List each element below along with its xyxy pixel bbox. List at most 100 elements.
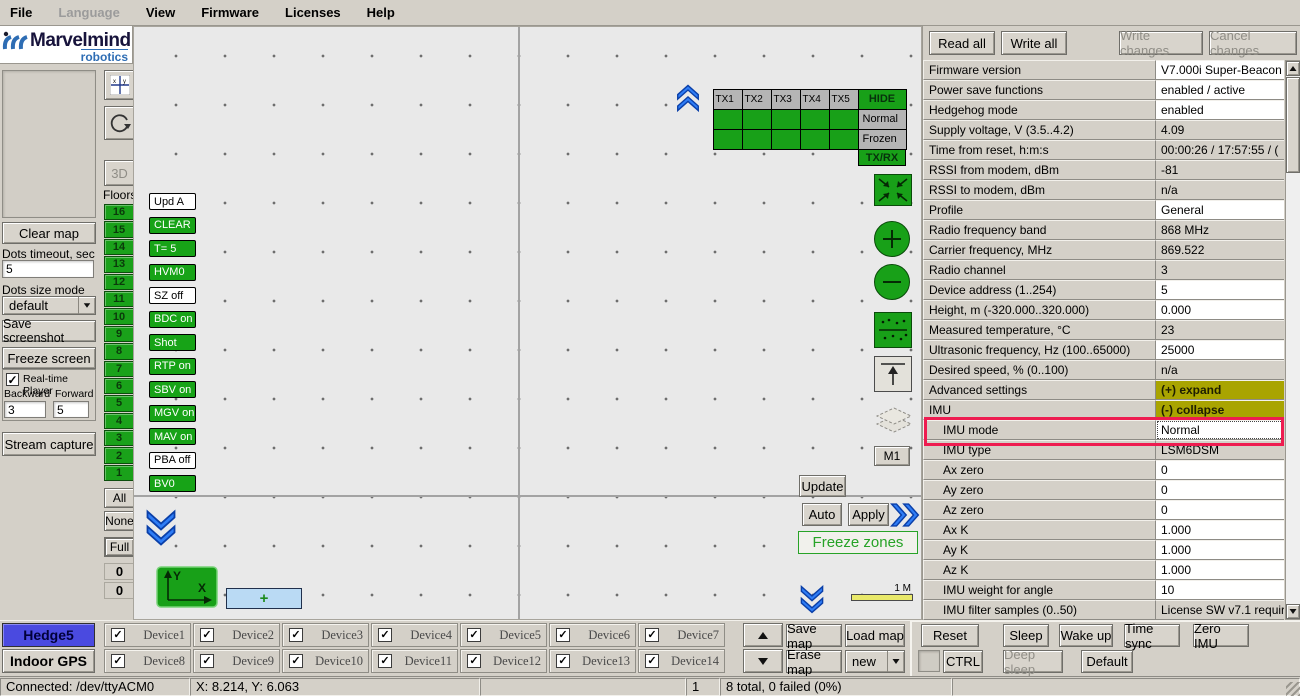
map-select-dropdown[interactable]: new (845, 650, 905, 673)
device-toggle-device13[interactable]: ✓Device13 (549, 649, 636, 673)
param-value-ultrasonic-frequency-hz-100-65000[interactable]: 25000 (1156, 340, 1284, 360)
checkbox-icon[interactable]: ✓ (111, 654, 125, 668)
floor-button-15[interactable]: 15 (104, 221, 134, 237)
move-up-button[interactable] (874, 356, 912, 392)
checkbox-icon[interactable]: ✓ (378, 628, 392, 642)
checkbox-icon[interactable]: ✓ (645, 628, 659, 642)
tx-hide-button[interactable]: HIDE (858, 89, 907, 110)
map-btn-rtp-on[interactable]: RTP on (149, 358, 196, 375)
param-value-time-from-reset-h-m-s[interactable]: 00:00:26 / 17:57:55 / ( (1156, 140, 1284, 160)
device-toggle-device6[interactable]: ✓Device6 (549, 623, 636, 647)
map-btn-sbv-on[interactable]: SBV on (149, 381, 196, 398)
floor-button-12[interactable]: 12 (104, 274, 134, 290)
param-value-height-m-320-000-320-000[interactable]: 0.000 (1156, 300, 1284, 320)
chevron-down-icon[interactable] (887, 651, 904, 672)
floor-button-9[interactable]: 9 (104, 326, 134, 342)
cancel-changes-button[interactable]: Cancel changes (1209, 31, 1297, 55)
ctrl-checkbox[interactable] (918, 650, 940, 672)
double-chevron-down-icon[interactable] (797, 583, 827, 616)
map-btn-hvm0[interactable]: HVM0 (149, 264, 196, 281)
menu-item-firmware[interactable]: Firmware (201, 5, 259, 20)
write-changes-button[interactable]: Write changes (1119, 31, 1203, 55)
dots-size-mode-select[interactable]: default (2, 296, 96, 315)
freeze-zones-button[interactable]: Freeze zones (798, 531, 918, 554)
param-value-measured-temperature-c[interactable]: 23 (1156, 320, 1284, 340)
device-toggle-device2[interactable]: ✓Device2 (193, 623, 280, 647)
device-toggle-device14[interactable]: ✓Device14 (638, 649, 725, 673)
sleep-button[interactable]: Sleep (1003, 624, 1049, 647)
map-btn-shot[interactable]: Shot (149, 334, 196, 351)
floor-button-1[interactable]: 1 (104, 465, 134, 481)
tx-cell-r2c4[interactable] (800, 129, 830, 150)
param-value-imu-filter-samples-0-50[interactable]: License SW v7.1 requir (1156, 600, 1284, 620)
save-map-button[interactable]: Save map (786, 624, 842, 647)
write-all-button[interactable]: Write all (1001, 31, 1067, 55)
param-value-supply-voltage-v-3-5-4-2[interactable]: 4.09 (1156, 120, 1284, 140)
default-button[interactable]: Default (1081, 650, 1133, 673)
param-value-az-zero[interactable]: 0 (1156, 500, 1284, 520)
show-dots-button[interactable] (874, 312, 912, 348)
device-toggle-device10[interactable]: ✓Device10 (282, 649, 369, 673)
zoom-in-button[interactable] (874, 221, 910, 257)
reset-button[interactable]: Reset (921, 624, 979, 647)
map-btn-pba-off[interactable]: PBA off (149, 452, 196, 469)
apply-button[interactable]: Apply (848, 503, 889, 526)
floor-button-10[interactable]: 10 (104, 308, 134, 324)
submap-m1-button[interactable]: M1 (874, 446, 910, 466)
tx-cell-r1c2[interactable] (742, 109, 772, 130)
save-screenshot-button[interactable]: Save screenshot (2, 320, 96, 342)
floor-button-3[interactable]: 3 (104, 430, 134, 446)
param-value-hedgehog-mode[interactable]: enabled (1156, 100, 1284, 120)
map-btn-bdc-on[interactable]: BDC on (149, 311, 196, 328)
param-value-ax-zero[interactable]: 0 (1156, 460, 1284, 480)
floors-none-button[interactable]: None (104, 511, 135, 531)
fit-to-screen-button[interactable] (874, 174, 912, 206)
map-btn-clear[interactable]: CLEAR (149, 217, 196, 234)
zero-imu-button[interactable]: Zero IMU (1193, 624, 1249, 647)
param-value-carrier-frequency-mhz[interactable]: 869.522 (1156, 240, 1284, 260)
time-sync-button[interactable]: Time sync (1124, 624, 1180, 647)
rotate-tool-button[interactable] (104, 106, 135, 140)
double-chevron-left-icon[interactable] (140, 509, 182, 547)
map-btn-sz-off[interactable]: SZ off (149, 287, 196, 304)
device-toggle-device3[interactable]: ✓Device3 (282, 623, 369, 647)
wake-up-button[interactable]: Wake up (1059, 624, 1113, 647)
realtime-player-checkbox[interactable]: ✓ (6, 373, 19, 386)
checkbox-icon[interactable]: ✓ (289, 654, 303, 668)
floors-full-button[interactable]: Full (104, 537, 135, 557)
double-chevron-right-icon[interactable] (889, 498, 921, 532)
auto-button[interactable]: Auto (802, 503, 842, 526)
menu-item-file[interactable]: File (10, 5, 32, 20)
map-btn-t-5[interactable]: T= 5 (149, 240, 196, 257)
checkbox-icon[interactable]: ✓ (200, 628, 214, 642)
device-toggle-device1[interactable]: ✓Device1 (104, 623, 191, 647)
param-value-device-address-1-254[interactable]: 5 (1156, 280, 1284, 300)
checkbox-icon[interactable]: ✓ (200, 654, 214, 668)
param-value-power-save-functions[interactable]: enabled / active (1156, 80, 1284, 100)
stream-capture-button[interactable]: Stream capture (2, 432, 96, 456)
param-value-az-k[interactable]: 1.000 (1156, 560, 1284, 580)
dots-timeout-input[interactable] (2, 260, 94, 278)
floor-button-14[interactable]: 14 (104, 239, 134, 255)
backward-input[interactable] (4, 401, 46, 418)
zoom-out-button[interactable] (874, 264, 910, 300)
device-toggle-device11[interactable]: ✓Device11 (371, 649, 458, 673)
ctrl-button[interactable]: CTRL (943, 650, 983, 673)
param-value-desired-speed-0-100[interactable]: n/a (1156, 360, 1284, 380)
param-value-ax-k[interactable]: 1.000 (1156, 520, 1284, 540)
param-value-ay-zero[interactable]: 0 (1156, 480, 1284, 500)
hedge5-button[interactable]: Hedge5 (2, 623, 95, 647)
txrx-button[interactable]: TX/RX (858, 149, 906, 166)
checkbox-icon[interactable]: ✓ (556, 628, 570, 642)
menu-item-help[interactable]: Help (367, 5, 395, 20)
load-map-button[interactable]: Load map (845, 624, 905, 647)
floor-button-4[interactable]: 4 (104, 413, 134, 429)
axis-tool-button[interactable]: xy (104, 70, 135, 100)
checkbox-icon[interactable]: ✓ (556, 654, 570, 668)
floors-all-button[interactable]: All (104, 488, 135, 508)
tx-cell-r2c1[interactable] (713, 129, 743, 150)
indoor-gps-button[interactable]: Indoor GPS (2, 649, 95, 673)
param-value-firmware-version[interactable]: V7.000i Super-Beacon (1156, 60, 1284, 80)
floor-button-8[interactable]: 8 (104, 343, 134, 359)
param-value-profile[interactable]: General (1156, 200, 1284, 220)
